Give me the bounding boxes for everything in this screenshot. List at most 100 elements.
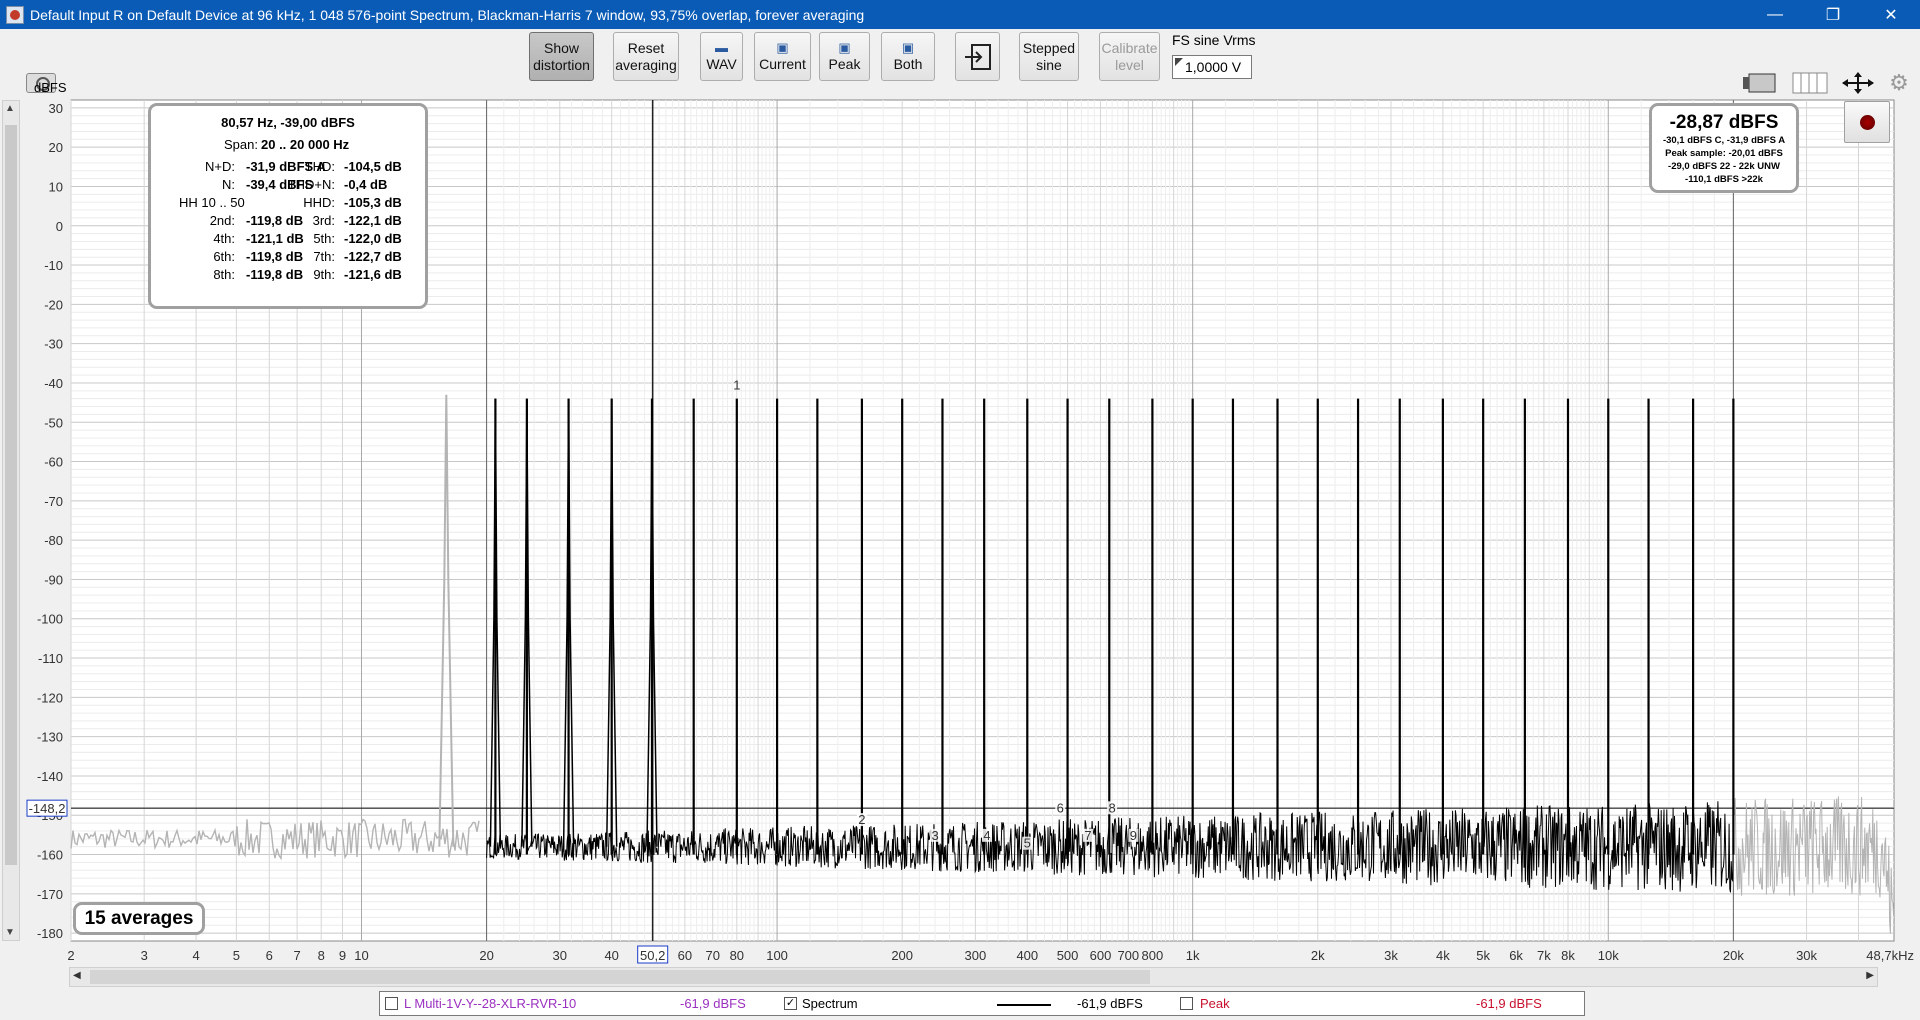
x-tick-label: 5 <box>233 948 240 963</box>
harmonic-marker: 7 <box>1084 828 1091 843</box>
x-tick-label: 48,7kHz <box>1866 948 1914 963</box>
x-tick-label: 4 <box>192 948 199 963</box>
x-tick-label: 200 <box>891 948 913 963</box>
x-tick-label: 9 <box>339 948 346 963</box>
info-right-label: THD+N: <box>287 177 335 192</box>
info-right-label: 9th: <box>313 267 335 282</box>
x-tick-label: 400 <box>1016 948 1038 963</box>
y-tick-label: -60 <box>44 455 63 470</box>
horizontal-scroll-thumb[interactable] <box>90 970 1150 984</box>
info-row: N+D: -31,9 dBFS A THD: -104,5 dB <box>151 159 425 179</box>
cursor-db-label: -148,2 <box>29 801 66 816</box>
info-left-label: N: <box>222 177 235 192</box>
scroll-left-icon[interactable]: ◀ <box>73 970 81 981</box>
y-tick-label: -170 <box>37 887 63 902</box>
y-tick-label: -140 <box>37 769 63 784</box>
x-tick-label: 6 <box>266 948 273 963</box>
info-right-value: -104,5 dB <box>344 159 402 174</box>
x-tick-label: 700 <box>1117 948 1139 963</box>
y-tick-label: -20 <box>44 297 63 312</box>
left-trace-name: L Multi-1V-Y--28-XLR-RVR-10 <box>404 996 577 1011</box>
info-right-label: 7th: <box>313 249 335 264</box>
y-tick-label: -120 <box>37 690 63 705</box>
peak-value: -61,9 dBFS <box>1476 996 1542 1011</box>
y-tick-label: -50 <box>44 415 63 430</box>
span-label: Span: <box>224 137 258 152</box>
x-tick-label: 100 <box>766 948 788 963</box>
left-trace-checkbox[interactable] <box>385 997 398 1010</box>
record-icon <box>1860 115 1875 130</box>
level-panel[interactable]: -28,87 dBFS -30,1 dBFS C, -31,9 dBFS A P… <box>1649 103 1799 193</box>
harmonic-marker: 5 <box>1024 836 1031 851</box>
distortion-info-panel[interactable]: 80,57 Hz, -39,00 dBFS Span: 20 .. 20 000… <box>148 103 428 309</box>
info-left-label: HH 10 .. 50 <box>179 195 245 210</box>
harmonic-marker: 8 <box>1109 800 1116 815</box>
harmonic-marker: 6 <box>1057 800 1064 815</box>
x-tick-label: 10 <box>354 948 368 963</box>
info-left-label: 8th: <box>213 267 235 282</box>
y-tick-label: 30 <box>49 101 63 116</box>
info-right-label: 5th: <box>313 231 335 246</box>
harmonic-marker: 2 <box>858 812 865 827</box>
info-left-value: -119,8 dB <box>246 213 304 228</box>
info-right-label: 3rd: <box>312 213 335 228</box>
info-left-label: 2nd: <box>209 213 235 228</box>
info-left-label: 4th: <box>213 231 235 246</box>
x-tick-label: 20 <box>479 948 493 963</box>
spectrum-value: -61,9 dBFS <box>1077 996 1143 1011</box>
span-row: Span: 20 .. 20 000 Hz <box>151 137 425 157</box>
y-tick-label: 0 <box>56 219 63 234</box>
y-tick-label: -180 <box>37 926 63 941</box>
x-tick-label: 10k <box>1598 948 1619 963</box>
info-row: HH 10 .. 50 HHD: -105,3 dB <box>151 195 425 215</box>
y-tick-label: 10 <box>49 179 63 194</box>
x-tick-label: 20k <box>1723 948 1744 963</box>
x-tick-label: 8 <box>318 948 325 963</box>
level-line-3: -29,0 dBFS 22 - 22k UNW <box>1668 161 1780 172</box>
info-right-label: HHD: <box>303 195 335 210</box>
x-tick-label: 7k <box>1537 948 1551 963</box>
level-main: -28,87 dBFS <box>1669 112 1779 133</box>
info-row: 4th: -121,1 dB 5th: -122,0 dB <box>151 231 425 251</box>
x-tick-label: 30 <box>553 948 567 963</box>
info-right-value: -122,0 dB <box>344 231 402 246</box>
cursor-readout: 80,57 Hz, -39,00 dBFS <box>221 115 355 130</box>
x-tick-label: 300 <box>965 948 987 963</box>
harmonic-marker: 4 <box>983 828 990 843</box>
y-tick-label: -10 <box>44 258 63 273</box>
x-tick-label: 30k <box>1796 948 1817 963</box>
x-tick-label: 8k <box>1561 948 1575 963</box>
x-tick-label: 70 <box>705 948 719 963</box>
harmonic-marker: 9 <box>1130 828 1137 843</box>
x-tick-label: 600 <box>1090 948 1112 963</box>
info-right-value: -122,1 dB <box>344 213 402 228</box>
x-tick-label: 3 <box>141 948 148 963</box>
scroll-right-icon[interactable]: ▶ <box>1866 970 1874 981</box>
info-right-value: -122,7 dB <box>344 249 402 264</box>
averages-badge: 15 averages <box>73 902 205 935</box>
span-value: 20 .. 20 000 Hz <box>261 137 350 152</box>
fundamental-marker: 1 <box>733 378 740 393</box>
record-button[interactable] <box>1844 101 1890 143</box>
info-right-label: THD: <box>304 159 335 174</box>
info-right-value: -0,4 dB <box>344 177 388 192</box>
y-tick-label: -70 <box>44 494 63 509</box>
x-tick-label: 500 <box>1057 948 1079 963</box>
level-line-1: -30,1 dBFS C, -31,9 dBFS A <box>1662 135 1786 146</box>
peak-checkbox[interactable] <box>1180 997 1193 1010</box>
horizontal-scrollbar[interactable]: ◀ ▶ <box>69 967 1878 987</box>
info-left-value: -119,8 dB <box>246 249 304 264</box>
info-left-label: N+D: <box>205 159 235 174</box>
x-tick-label: 2 <box>67 948 74 963</box>
info-right-value: -121,6 dB <box>344 267 402 282</box>
level-line-4: -110,1 dBFS >22k <box>1685 174 1763 185</box>
x-tick-label: 40 <box>604 948 618 963</box>
y-tick-label: -130 <box>37 730 63 745</box>
x-tick-label: 1k <box>1186 948 1200 963</box>
trace-legend: L Multi-1V-Y--28-XLR-RVR-10 -61,9 dBFS ✓… <box>379 991 1585 1016</box>
info-row: 8th: -119,8 dB 9th: -121,6 dB <box>151 267 425 287</box>
info-row: 2nd: -119,8 dB 3rd: -122,1 dB <box>151 213 425 233</box>
info-row: 6th: -119,8 dB 7th: -122,7 dB <box>151 249 425 269</box>
spectrum-checkbox[interactable]: ✓ <box>784 997 797 1010</box>
left-trace-value: -61,9 dBFS <box>680 996 746 1011</box>
